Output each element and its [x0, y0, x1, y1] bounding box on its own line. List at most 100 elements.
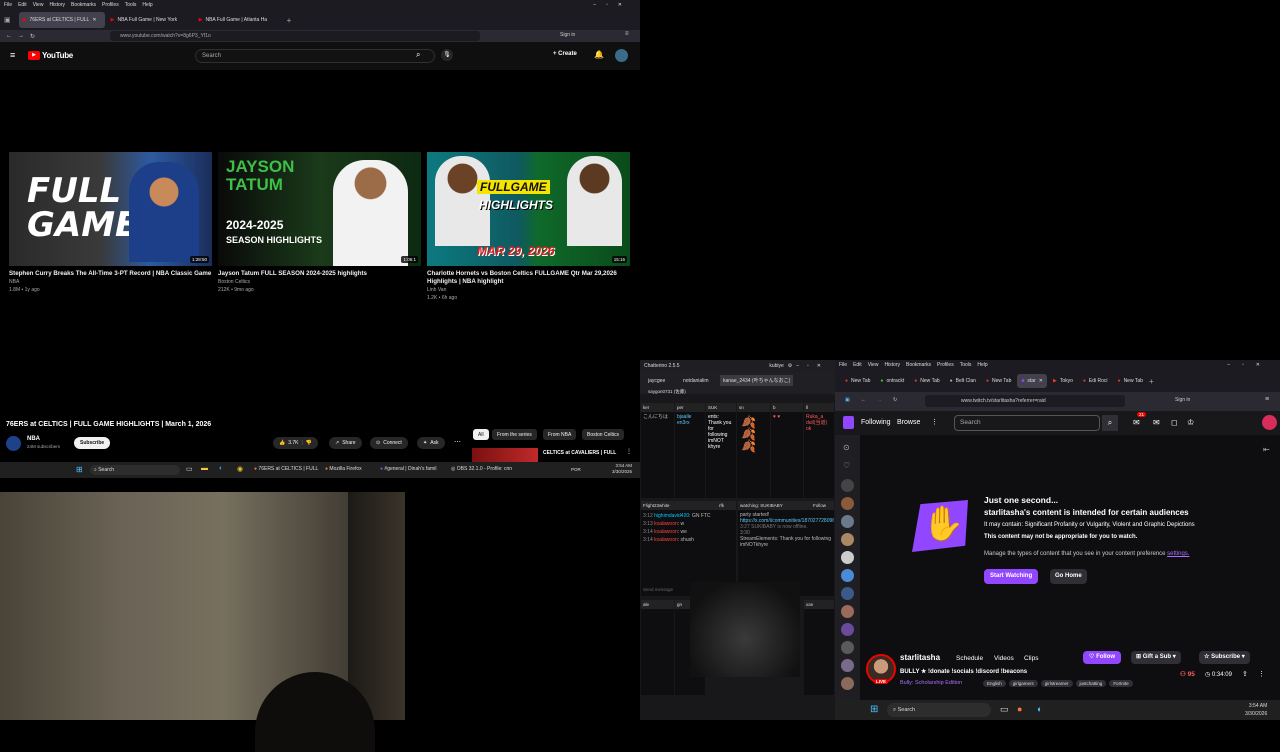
close-icon[interactable]: ✕ [92, 17, 96, 23]
chat-tab-jaycgee[interactable]: jaycgee [648, 378, 665, 384]
subscribe-button[interactable]: ☆ Subscribe ▾ [1199, 651, 1250, 664]
streamer-name[interactable]: starlitasha [900, 653, 940, 662]
nav-following[interactable]: Following [861, 419, 891, 426]
tab[interactable]: ● ontrackt [876, 374, 908, 388]
tab-nba-ny[interactable]: ▶ NBA Full Game | New York [107, 12, 193, 28]
followed-channel-avatar[interactable] [841, 569, 854, 582]
chat-tab-kanae[interactable]: kanae_2434 (叶ちゃんなおこ) [720, 375, 794, 386]
tab[interactable]: ● New Tab [982, 374, 1015, 388]
chat-column[interactable]: ll Ruka_a dull(当道) ok [804, 403, 834, 498]
tab[interactable]: ● New Tab [910, 374, 943, 388]
menu-tools[interactable]: Tools [960, 362, 972, 368]
collapse-icon[interactable]: ⊙ [843, 443, 850, 452]
followed-channel-avatar[interactable] [841, 677, 854, 690]
windows-start-icon[interactable]: ⊞ [76, 465, 83, 474]
taskbar-app-discord[interactable]: ● #general | Dinah's famil [380, 466, 436, 472]
video-title-1[interactable]: Stephen Curry Breaks The All-Time 3-PT R… [9, 270, 214, 278]
menu-edit[interactable]: Edit [18, 2, 27, 8]
tab-76ers[interactable]: ▶ 76ERS at CELTICS | FULL ✕ [18, 12, 105, 28]
menu-history[interactable]: History [884, 362, 900, 368]
forward-icon[interactable]: → [18, 33, 24, 39]
followed-channel-avatar[interactable] [841, 515, 854, 528]
new-tab-icon[interactable]: + [287, 16, 292, 25]
more-icon[interactable]: ⋮ [931, 418, 938, 426]
chrome-icon[interactable]: ◉ [237, 465, 243, 473]
video-channel-3[interactable]: Linh Van [427, 287, 446, 294]
reload-icon[interactable]: ↻ [30, 33, 35, 40]
taskbar-app-firefox[interactable]: ● Mozilla Firefox [325, 466, 362, 472]
followed-channel-avatar[interactable] [841, 533, 854, 546]
edge-icon[interactable]: ◐ [219, 465, 223, 472]
menu-file[interactable]: File [839, 362, 847, 368]
chat-column[interactable]: ker こんにちは [641, 403, 674, 498]
menu-view[interactable]: View [33, 2, 44, 8]
window-controls[interactable]: –▫✕ [593, 2, 632, 8]
taskbar-search[interactable]: ⌕ Search [90, 465, 180, 475]
hamburger-icon[interactable]: ≡ [10, 50, 15, 60]
taskbar-app-youtube[interactable]: ● 76ERS at CELTICS | FULL [254, 466, 318, 472]
menu-help[interactable]: Help [142, 2, 152, 8]
chat-column[interactable]: xan [804, 600, 834, 695]
nav-videos[interactable]: Videos [994, 655, 1014, 662]
chatterino-icon[interactable]: ◐ [1037, 704, 1042, 714]
tag-girlstreamer[interactable]: girlstreamer [1040, 680, 1073, 687]
task-view-icon[interactable]: ▭ [186, 465, 193, 473]
subscribe-button[interactable]: Subscribe [74, 437, 111, 449]
sign-in-button[interactable]: Sign in [1175, 397, 1190, 403]
create-button[interactable]: + Create [553, 51, 577, 57]
tag-english[interactable]: English [983, 680, 1006, 687]
rec-thumbnail[interactable] [472, 448, 538, 462]
nav-clips[interactable]: Clips [1024, 655, 1038, 662]
settings-link[interactable]: settings. [1167, 551, 1189, 557]
like-button[interactable]: 👍 3.7K | 👎 [273, 437, 319, 449]
send-message-input[interactable]: Send message [643, 587, 673, 592]
language-indicator[interactable]: POR [571, 467, 581, 472]
rec-more-icon[interactable]: ⋮ [626, 448, 632, 455]
tag-justchatting[interactable]: justchatting [1075, 680, 1107, 687]
channel-avatar[interactable] [6, 436, 21, 451]
video-channel-2[interactable]: Boston Celtics [218, 279, 250, 286]
tab[interactable]: ▶ Tokyo [1049, 374, 1077, 388]
menu-history[interactable]: History [49, 2, 65, 8]
url-bar[interactable]: www.youtube.com/watch?v=8g6P3_Yf1o [110, 31, 480, 41]
more-icon[interactable]: ⋯ [454, 438, 461, 446]
chip-from-nba[interactable]: From NBA [543, 429, 577, 440]
chat-column[interactable]: per bjaalle en3rx [675, 403, 705, 498]
menu-file[interactable]: File [4, 2, 12, 8]
gift-sub-button[interactable]: ⊞ Gift a Sub ▾ [1131, 651, 1181, 664]
follow-button[interactable]: Follow [813, 501, 826, 510]
ask-button[interactable]: ✦ Ask [417, 437, 445, 449]
chatterino-user[interactable]: kubiye [769, 363, 783, 369]
nav-browse[interactable]: Browse [897, 419, 920, 426]
window-controls[interactable]: –▫✕ [1227, 362, 1272, 368]
tab[interactable]: ● Edi Roci [1079, 374, 1112, 388]
search-icon[interactable]: ⌕ [416, 50, 420, 60]
url-bar[interactable]: www.twitch.tv/starlitasha?referrer=raid [925, 395, 1125, 407]
stream-popup-preview[interactable] [690, 582, 800, 677]
nav-schedule[interactable]: Schedule [956, 655, 983, 662]
microphone-icon[interactable]: 🎙 [441, 49, 453, 61]
chat-tab-saygon[interactable]: saygon0731 (佐藤) [648, 389, 686, 395]
chat-column[interactable]: ale [641, 600, 674, 695]
notifications-icon[interactable]: ◻ [1171, 418, 1178, 427]
avatar[interactable] [615, 49, 628, 62]
followed-channel-avatar[interactable] [841, 641, 854, 654]
video-channel-1[interactable]: NBA [9, 279, 19, 286]
windows-start-icon[interactable]: ⊞ [870, 704, 878, 715]
menu-help[interactable]: Help [977, 362, 987, 368]
menu-bookmarks[interactable]: Bookmarks [71, 2, 96, 8]
search-input[interactable]: Search [195, 49, 435, 63]
chat-column[interactable]: b ♥ ♥ [771, 403, 803, 498]
chat-column[interactable]: SUK ents: Thank you for following imNOT k… [706, 403, 736, 498]
tab[interactable]: ● Belt Clan [946, 374, 980, 388]
tab[interactable]: ● New Tab [841, 374, 874, 388]
tab[interactable]: ● New Tab [1114, 374, 1147, 388]
thumbs-down-icon[interactable]: 👎 [306, 440, 312, 446]
video-thumbnail-3[interactable]: FULLGAME HIGHLIGHTS MAR 29, 2026 15:16 [427, 152, 630, 266]
youtube-logo-icon[interactable]: ▶ [28, 51, 40, 60]
window-controls[interactable]: –▫✕ [796, 363, 829, 369]
heart-icon[interactable]: ♡ [843, 461, 850, 470]
more-options-icon[interactable]: ⋮ [1258, 670, 1265, 678]
taskbar-search[interactable]: ⌕ Search [887, 703, 991, 717]
whispers-icon[interactable]: ✉ [1153, 418, 1160, 427]
